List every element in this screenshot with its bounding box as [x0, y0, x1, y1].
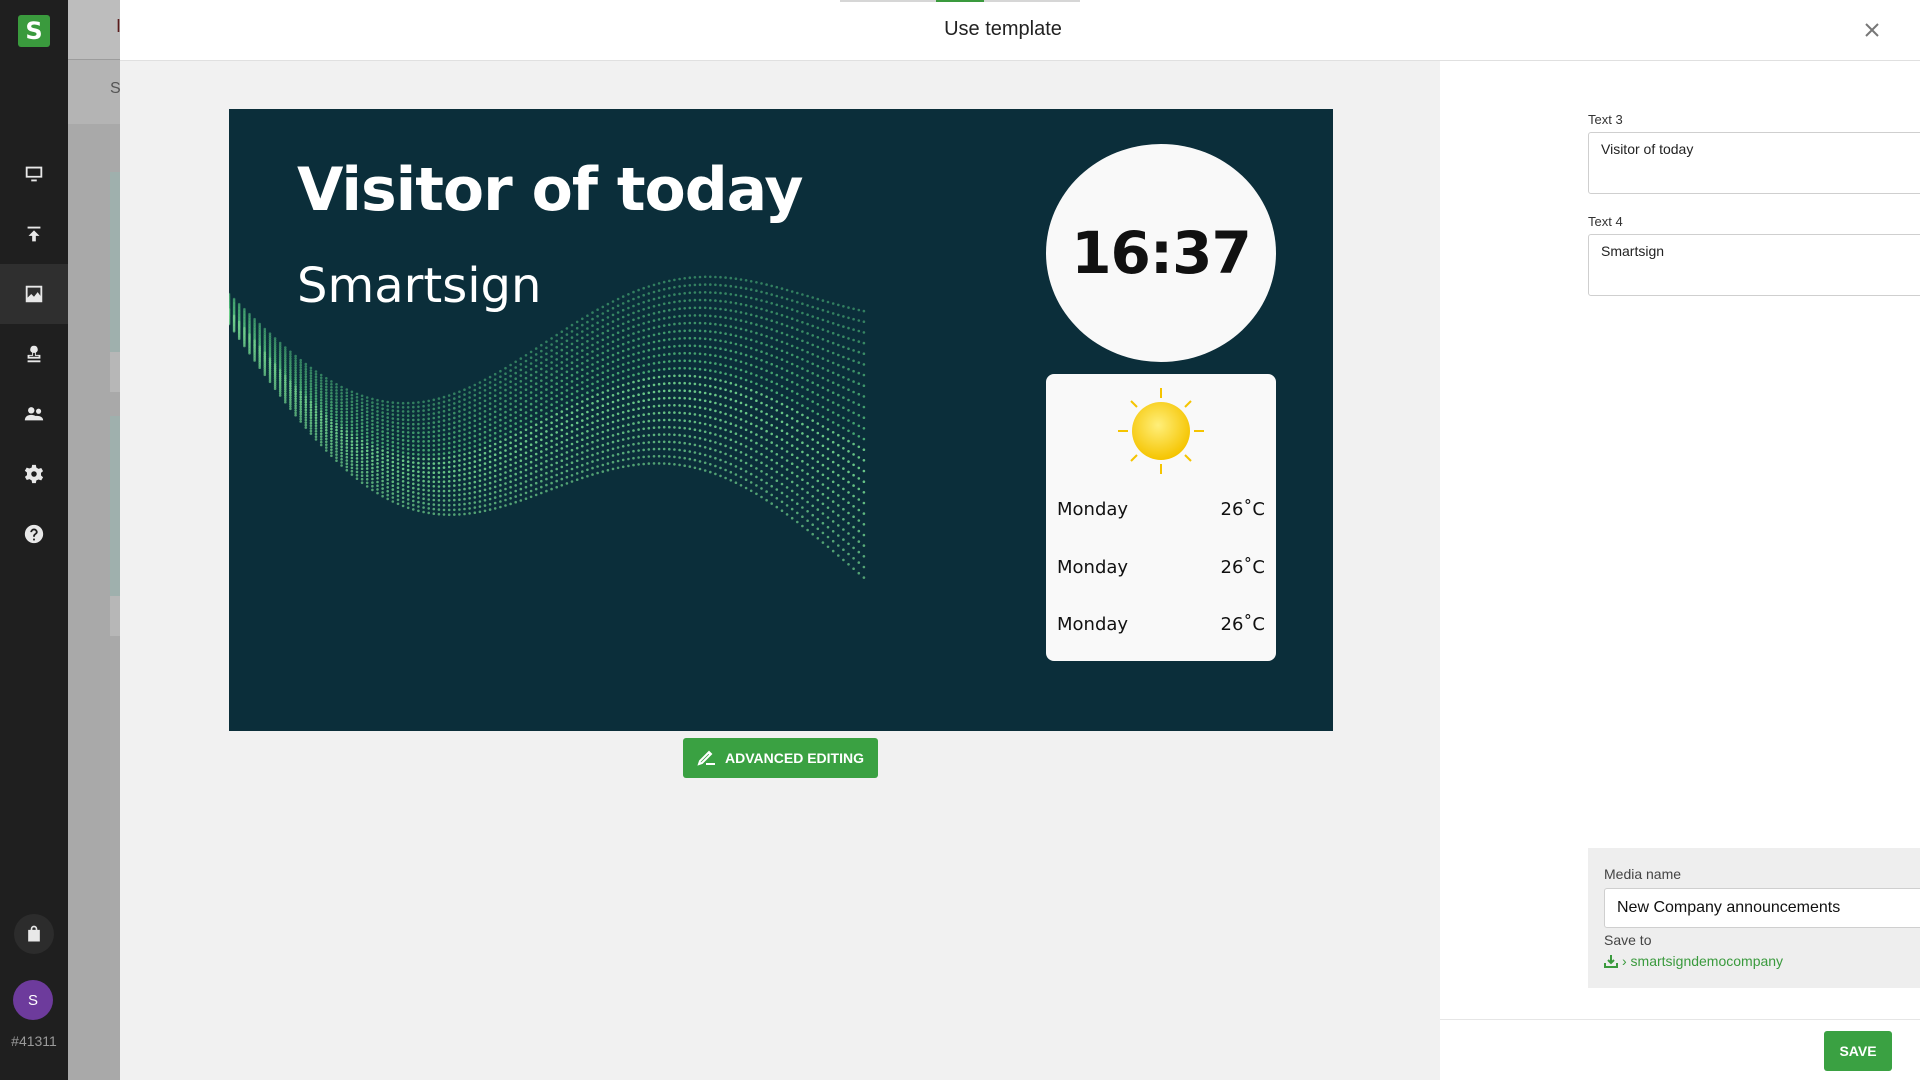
gear-icon: [24, 464, 44, 484]
smartsign-logo[interactable]: S: [18, 15, 50, 47]
background-app-overlay: I S: [68, 0, 130, 1080]
modal-header: Use template: [120, 0, 1920, 61]
shopping-bag-icon: [28, 925, 40, 942]
avatar[interactable]: S: [13, 980, 53, 1020]
weather-row: Monday 26˚C: [1057, 614, 1265, 635]
save-to-label: Save to: [1604, 932, 1652, 948]
use-template-modal: Use template Visitor of today Smartsign …: [120, 0, 1920, 1080]
template-preview[interactable]: Visitor of today Smartsign 16:37 Monday 2…: [229, 109, 1333, 731]
monitor-icon: [25, 166, 43, 182]
sun-icon: [1118, 388, 1204, 474]
media-name-field[interactable]: New Company announcements: [1604, 888, 1920, 928]
preview-title: Visitor of today: [297, 155, 803, 225]
close-icon: [1865, 23, 1879, 37]
sidebar-item-users[interactable]: [0, 384, 68, 444]
sidebar-item-settings[interactable]: [0, 444, 68, 504]
background-header: I: [68, 0, 122, 60]
upload-icon: [27, 226, 41, 242]
template-settings-panel: Text 3 Visitor of today Text 4 Smartsign…: [1440, 61, 1920, 1080]
sidebar-item-media[interactable]: [0, 264, 68, 324]
app-sidebar: S S #41311: [0, 0, 68, 1080]
footer-divider: [1440, 1019, 1920, 1020]
media-save-section: Media name New Company announcements Sav…: [1588, 848, 1920, 988]
help-icon: [24, 524, 44, 544]
image-icon: [25, 285, 43, 303]
text3-label: Text 3: [1588, 112, 1623, 127]
account-id: #41311: [11, 1033, 57, 1049]
preview-subtitle: Smartsign: [297, 258, 542, 314]
shop-button[interactable]: [14, 914, 54, 954]
modal-title: Use template: [944, 18, 1062, 40]
weather-widget: Monday 26˚C Monday 26˚C Monday 26˚C: [1046, 374, 1276, 661]
save-button[interactable]: SAVE: [1824, 1031, 1892, 1071]
users-icon: [24, 407, 44, 421]
text4-field[interactable]: Smartsign: [1588, 234, 1920, 296]
sidebar-item-help[interactable]: [0, 504, 68, 564]
download-folder-icon: [1604, 955, 1618, 968]
advanced-editing-button[interactable]: ADVANCED EDITING: [683, 738, 878, 778]
tab-indicator: [840, 0, 1080, 2]
sidebar-item-upload[interactable]: [0, 204, 68, 264]
background-subbar: S: [68, 60, 122, 124]
save-to-folder-link[interactable]: › smartsigndemocompany: [1604, 953, 1783, 969]
weather-row: Monday 26˚C: [1057, 499, 1265, 520]
text4-label: Text 4: [1588, 214, 1623, 229]
sidebar-item-screens[interactable]: [0, 144, 68, 204]
close-button[interactable]: [1858, 16, 1886, 44]
clock-widget: 16:37: [1046, 144, 1276, 362]
text3-field[interactable]: Visitor of today: [1588, 132, 1920, 194]
media-name-label: Media name: [1604, 866, 1682, 882]
sidebar-item-stamp[interactable]: [0, 324, 68, 384]
edit-pen-icon: [697, 750, 716, 766]
stamp-icon: [27, 345, 41, 363]
weather-row: Monday 26˚C: [1057, 557, 1265, 578]
